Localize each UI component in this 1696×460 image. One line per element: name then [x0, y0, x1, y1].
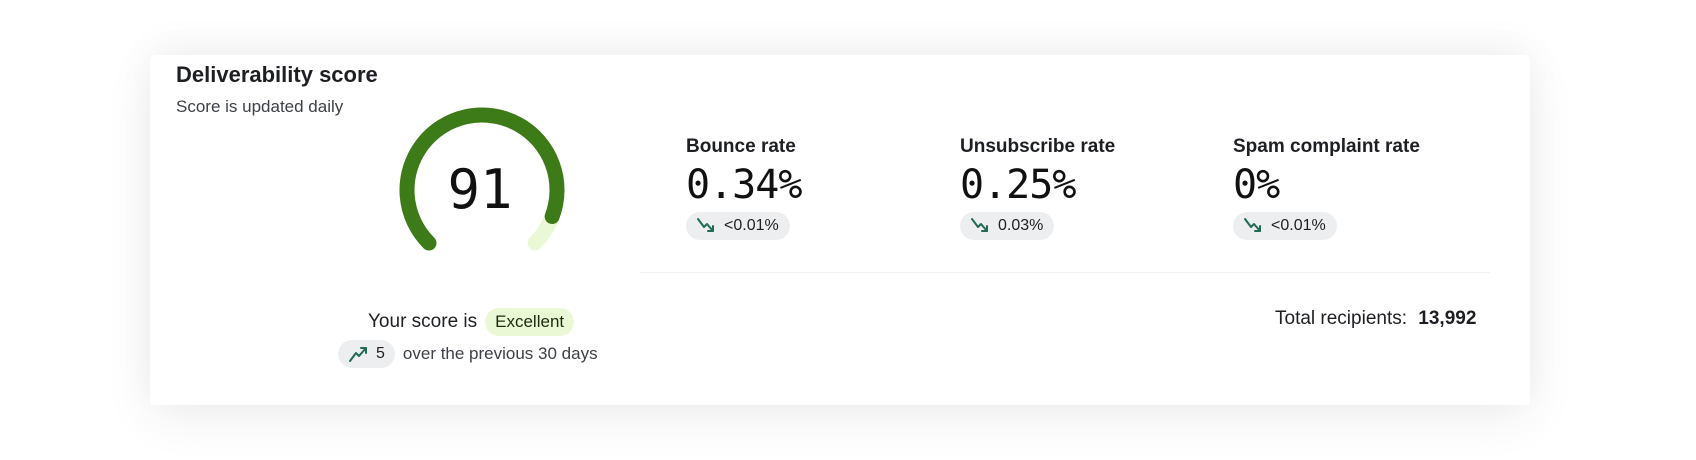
metric-unsubscribe-rate: Unsubscribe rate 0.25% 0.03%: [960, 136, 1115, 241]
metric-label: Spam complaint rate: [1233, 136, 1420, 157]
card-subtitle: Score is updated daily: [176, 97, 344, 116]
score-change-pill: 5: [338, 340, 395, 368]
score-trend: 5 over the previous 30 days: [338, 340, 598, 368]
metric-bounce-rate: Bounce rate 0.34% <0.01%: [686, 136, 802, 241]
metric-change-value: <0.01%: [1271, 217, 1326, 234]
metric-value: 0.25%: [960, 162, 1076, 208]
metric-value: 0%: [1233, 162, 1280, 208]
score-prefix: Your score is: [368, 311, 478, 332]
metric-spam-complaint-rate: Spam complaint rate 0% <0.01%: [1233, 136, 1420, 241]
trend-down-icon: [971, 218, 988, 232]
metric-label: Unsubscribe rate: [960, 136, 1116, 157]
score-rating-badge: Excellent: [485, 308, 575, 336]
metric-change-value: 0.03%: [998, 217, 1044, 234]
gauge-value: 91: [447, 158, 513, 221]
card-title: Deliverability score: [176, 62, 378, 87]
metric-value: 0.34%: [686, 162, 802, 208]
metric-change-pill: <0.01%: [1233, 212, 1337, 240]
recipients-label: Total recipients:: [1275, 308, 1408, 329]
section-divider: [640, 272, 1490, 273]
trend-down-icon: [1244, 218, 1261, 232]
recipients-value: 13,992: [1418, 308, 1477, 329]
dashboard-stage: Deliverability score Score is updated da…: [0, 0, 1696, 460]
metric-change-value: <0.01%: [724, 217, 779, 234]
score-change-value: 5: [376, 345, 385, 362]
metric-label: Bounce rate: [686, 136, 796, 157]
trend-down-icon: [697, 218, 714, 232]
score-summary: Your score is Excellent: [368, 308, 575, 336]
score-change-suffix: over the previous 30 days: [402, 344, 598, 363]
total-recipients: Total recipients: 13,992: [1275, 308, 1476, 330]
metric-change-pill: <0.01%: [686, 212, 790, 240]
metric-change-pill: 0.03%: [960, 212, 1055, 240]
trend-up-icon: [349, 347, 367, 362]
